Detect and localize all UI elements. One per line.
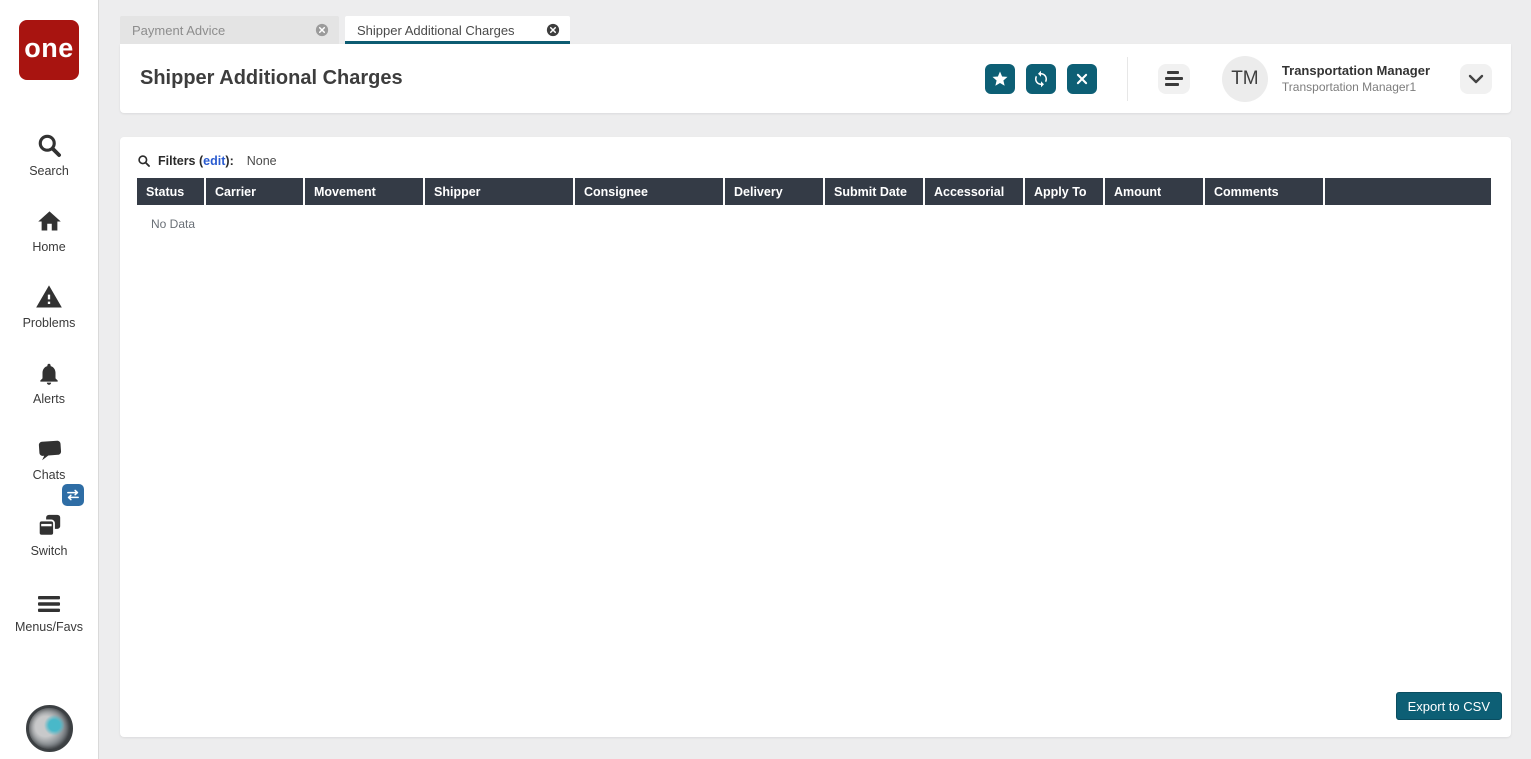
sidebar-item-label: Alerts [33, 392, 65, 406]
filters-bar: Filters (edit): None [137, 150, 1491, 172]
sidebar-item-label: Menus/Favs [15, 620, 83, 634]
filters-label: Filters (edit): [158, 154, 234, 168]
table-header-row: Status Carrier Movement Shipper Consigne… [137, 178, 1491, 205]
refresh-icon [1032, 70, 1050, 88]
tab-label: Payment Advice [132, 23, 225, 38]
sidebar-item-label: Home [32, 240, 65, 254]
user-name: Transportation Manager1 [1282, 79, 1430, 95]
user-role: Transportation Manager [1282, 62, 1430, 80]
close-icon [1075, 72, 1089, 86]
column-header-apply-to[interactable]: Apply To [1024, 178, 1104, 205]
column-header-submit-date[interactable]: Submit Date [824, 178, 924, 205]
menu-icon [36, 585, 62, 615]
sidebar-item-alerts[interactable]: Alerts [0, 330, 98, 406]
switch-windows-icon [36, 509, 63, 539]
column-header-amount[interactable]: Amount [1104, 178, 1204, 205]
sidebar-item-switch[interactable]: Switch [0, 482, 98, 558]
list-icon [1165, 71, 1183, 86]
sidebar-item-home[interactable]: Home [0, 178, 98, 254]
bell-icon [36, 357, 62, 387]
screen-menu-button[interactable] [1158, 64, 1190, 94]
content-panel: Filters (edit): None Status Carrier Move… [120, 137, 1511, 737]
favorite-button[interactable] [985, 64, 1015, 94]
empty-table-message: No Data [151, 217, 1491, 231]
search-icon [36, 129, 63, 159]
column-header-carrier[interactable]: Carrier [205, 178, 304, 205]
page-title: Shipper Additional Charges [140, 67, 403, 90]
warning-icon [35, 281, 63, 311]
page-header: Shipper Additional Charges TM [120, 44, 1511, 113]
chat-icon [36, 433, 62, 463]
chevron-down-icon [1468, 74, 1484, 84]
one-logo[interactable]: one [19, 20, 79, 80]
sidebar-item-label: Switch [31, 544, 68, 558]
switch-arrows-badge[interactable] [62, 484, 84, 506]
column-header-shipper[interactable]: Shipper [424, 178, 574, 205]
column-header-consignee[interactable]: Consignee [574, 178, 724, 205]
sidebar: one Search Home Problems Alerts [0, 0, 99, 759]
user-avatar[interactable]: TM [1222, 56, 1268, 102]
header-actions [985, 64, 1097, 94]
column-header-blank [1324, 178, 1491, 205]
sidebar-item-chats[interactable]: Chats [0, 406, 98, 482]
tab-close-icon[interactable] [546, 23, 560, 37]
tab-payment-advice[interactable]: Payment Advice [120, 16, 339, 44]
header-divider [1127, 57, 1128, 101]
sidebar-item-label: Chats [33, 468, 66, 482]
tab-label: Shipper Additional Charges [357, 23, 515, 38]
filters-edit-link[interactable]: edit [203, 154, 225, 168]
tab-strip: Payment Advice Shipper Additional Charge… [100, 0, 1531, 44]
column-header-accessorial[interactable]: Accessorial [924, 178, 1024, 205]
filters-value: None [247, 154, 277, 168]
tab-close-icon[interactable] [315, 23, 329, 37]
refresh-button[interactable] [1026, 64, 1056, 94]
assistant-avatar[interactable] [26, 705, 73, 752]
home-icon [36, 205, 63, 235]
sidebar-item-menus-favs[interactable]: Menus/Favs [0, 558, 98, 634]
user-info: Transportation Manager Transportation Ma… [1282, 62, 1430, 96]
sidebar-item-search[interactable]: Search [0, 102, 98, 178]
close-screen-button[interactable] [1067, 64, 1097, 94]
main-area: Payment Advice Shipper Additional Charge… [100, 0, 1531, 759]
sidebar-item-label: Problems [23, 316, 76, 330]
user-menu-button[interactable] [1460, 64, 1492, 94]
column-header-status[interactable]: Status [137, 178, 205, 205]
sidebar-item-problems[interactable]: Problems [0, 254, 98, 330]
sidebar-item-label: Search [29, 164, 69, 178]
charges-table: Status Carrier Movement Shipper Consigne… [137, 178, 1491, 205]
column-header-movement[interactable]: Movement [304, 178, 424, 205]
sidebar-nav: Search Home Problems Alerts Chats [0, 102, 98, 634]
column-header-delivery[interactable]: Delivery [724, 178, 824, 205]
star-icon [991, 70, 1009, 88]
column-header-comments[interactable]: Comments [1204, 178, 1324, 205]
export-to-csv-button[interactable]: Export to CSV [1396, 692, 1502, 720]
search-icon [137, 154, 151, 168]
tab-shipper-additional-charges[interactable]: Shipper Additional Charges [345, 16, 570, 44]
